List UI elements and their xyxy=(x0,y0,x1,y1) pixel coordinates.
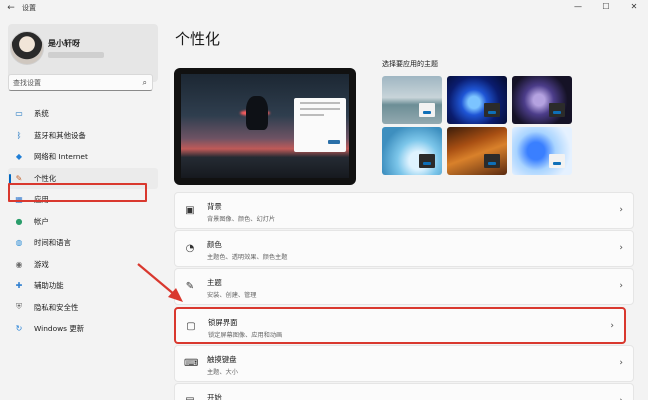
back-arrow-icon[interactable]: ← xyxy=(0,3,22,13)
search-icon[interactable]: ⌕ xyxy=(143,78,147,88)
globe-icon: ◍ xyxy=(15,238,23,248)
sidebar-item-label: 辅助功能 xyxy=(34,281,64,291)
settings-card-lock-screen[interactable]: ▢ 锁屏界面 锁定屏幕图像、应用和动画 › xyxy=(174,307,626,344)
search-box[interactable]: ⌕ xyxy=(8,74,153,91)
main-content: 个性化 选择要应用的主题 ▣ 背景 背景图像、颜色、幻灯片 › ◔ 颜色 主题色… xyxy=(165,16,648,400)
settings-card-themes[interactable]: ✎ 主题 安装、创建、管理 › xyxy=(174,268,634,305)
sidebar-item-gaming[interactable]: ◉ 游戏 xyxy=(8,254,158,276)
highlight-box-personalization xyxy=(8,183,147,202)
settings-card-touch-keyboard[interactable]: ⌨ 触摸键盘 主题、大小 › xyxy=(174,345,634,382)
gamepad-icon: ◉ xyxy=(15,259,23,269)
chevron-right-icon: › xyxy=(619,358,623,368)
theme-thumbnail-sky[interactable] xyxy=(382,127,442,175)
theme-thumbnail-lake[interactable] xyxy=(382,76,442,124)
shield-icon: ⛨ xyxy=(16,302,22,312)
close-button[interactable]: ✕ xyxy=(620,0,648,16)
chevron-right-icon: › xyxy=(610,321,614,331)
card-title: 开始 xyxy=(207,393,222,400)
sidebar-item-label: 网络和 Internet xyxy=(34,152,88,162)
sidebar-item-time-language[interactable]: ◍ 时间和语言 xyxy=(8,232,158,254)
card-title: 颜色 xyxy=(207,240,222,249)
wifi-icon: ◆ xyxy=(15,152,23,162)
account-icon: ● xyxy=(15,216,23,226)
theme-thumbnail-windows-light[interactable] xyxy=(512,127,572,175)
theme-preview xyxy=(174,68,356,185)
settings-card-start[interactable]: ▤ 开始 › xyxy=(174,383,634,400)
sidebar-item-label: 时间和语言 xyxy=(34,238,71,248)
sidebar-item-privacy[interactable]: ⛨ 隐私和安全性 xyxy=(8,297,158,319)
lock-screen-icon: ▢ xyxy=(186,321,196,332)
card-subtitle: 主题、大小 xyxy=(207,369,238,376)
sidebar-item-bluetooth[interactable]: ᛒ 蓝牙和其他设备 xyxy=(8,125,158,147)
start-icon: ▤ xyxy=(184,396,196,400)
user-name: 是小轩呀 xyxy=(48,39,80,48)
monitor-icon: ▭ xyxy=(15,109,23,119)
sidebar-item-network[interactable]: ◆ 网络和 Internet xyxy=(8,146,158,168)
settings-card-background[interactable]: ▣ 背景 背景图像、颜色、幻灯片 › xyxy=(174,192,634,229)
sidebar-item-system[interactable]: ▭ 系统 xyxy=(8,103,158,125)
themes-label: 选择要应用的主题 xyxy=(382,60,438,68)
card-title: 背景 xyxy=(207,202,222,211)
accessibility-icon: ✚ xyxy=(15,281,23,291)
search-input[interactable] xyxy=(9,75,129,90)
maximize-button[interactable]: ☐ xyxy=(592,0,620,16)
image-icon: ▣ xyxy=(185,205,195,216)
sidebar-item-label: 帐户 xyxy=(34,216,49,226)
chevron-right-icon: › xyxy=(619,243,623,253)
card-subtitle: 锁定屏幕图像、应用和动画 xyxy=(208,332,283,339)
page-title: 个性化 xyxy=(175,30,221,48)
card-title: 触摸键盘 xyxy=(207,355,237,364)
avatar xyxy=(10,31,44,65)
brush-icon: ✎ xyxy=(15,173,23,183)
card-subtitle: 主题色、透明效果、颜色主题 xyxy=(207,254,288,261)
sidebar-item-label: 蓝牙和其他设备 xyxy=(34,130,86,140)
palette-icon: ◔ xyxy=(185,243,195,254)
app-title: 设置 xyxy=(22,4,36,12)
theme-thumbnail-glow[interactable] xyxy=(512,76,572,124)
sidebar-nav: ▭ 系统 ᛒ 蓝牙和其他设备 ◆ 网络和 Internet ✎ 个性化 ▦ 应用… xyxy=(8,103,158,340)
sidebar-item-accounts[interactable]: ● 帐户 xyxy=(8,211,158,233)
sidebar-item-label: 系统 xyxy=(34,109,49,119)
bluetooth-icon: ᛒ xyxy=(16,130,22,140)
theme-thumbnail-windows-dark[interactable] xyxy=(447,76,507,124)
sidebar-item-label: 游戏 xyxy=(34,259,49,269)
minimize-button[interactable]: — xyxy=(564,0,592,16)
chevron-right-icon: › xyxy=(619,281,623,291)
theme-thumbnail-autumn[interactable] xyxy=(447,127,507,175)
sidebar-item-label: Windows 更新 xyxy=(34,324,85,334)
chevron-right-icon: › xyxy=(619,205,623,215)
preview-window xyxy=(294,98,346,152)
update-icon: ↻ xyxy=(15,324,23,334)
card-title: 锁屏界面 xyxy=(208,318,238,327)
window-controls: — ☐ ✕ xyxy=(564,0,648,16)
settings-card-colors[interactable]: ◔ 颜色 主题色、透明效果、颜色主题 › xyxy=(174,230,634,267)
card-title: 主题 xyxy=(207,278,222,287)
title-bar: ← 设置 — ☐ ✕ xyxy=(0,0,648,16)
wallpaper-figure xyxy=(246,96,268,130)
sidebar-item-windows-update[interactable]: ↻ Windows 更新 xyxy=(8,318,158,340)
sidebar: 是小轩呀 ⌕ ▭ 系统 ᛒ 蓝牙和其他设备 ◆ 网络和 Internet ✎ 个… xyxy=(0,16,165,400)
keyboard-icon: ⌨ xyxy=(184,358,199,369)
chevron-right-icon: › xyxy=(619,396,623,400)
sidebar-item-accessibility[interactable]: ✚ 辅助功能 xyxy=(8,275,158,297)
theme-brush-icon: ✎ xyxy=(185,281,195,292)
sidebar-item-label: 隐私和安全性 xyxy=(34,302,79,312)
card-subtitle: 安装、创建、管理 xyxy=(207,292,257,299)
user-email-redacted xyxy=(48,52,104,58)
card-subtitle: 背景图像、颜色、幻灯片 xyxy=(207,216,276,223)
